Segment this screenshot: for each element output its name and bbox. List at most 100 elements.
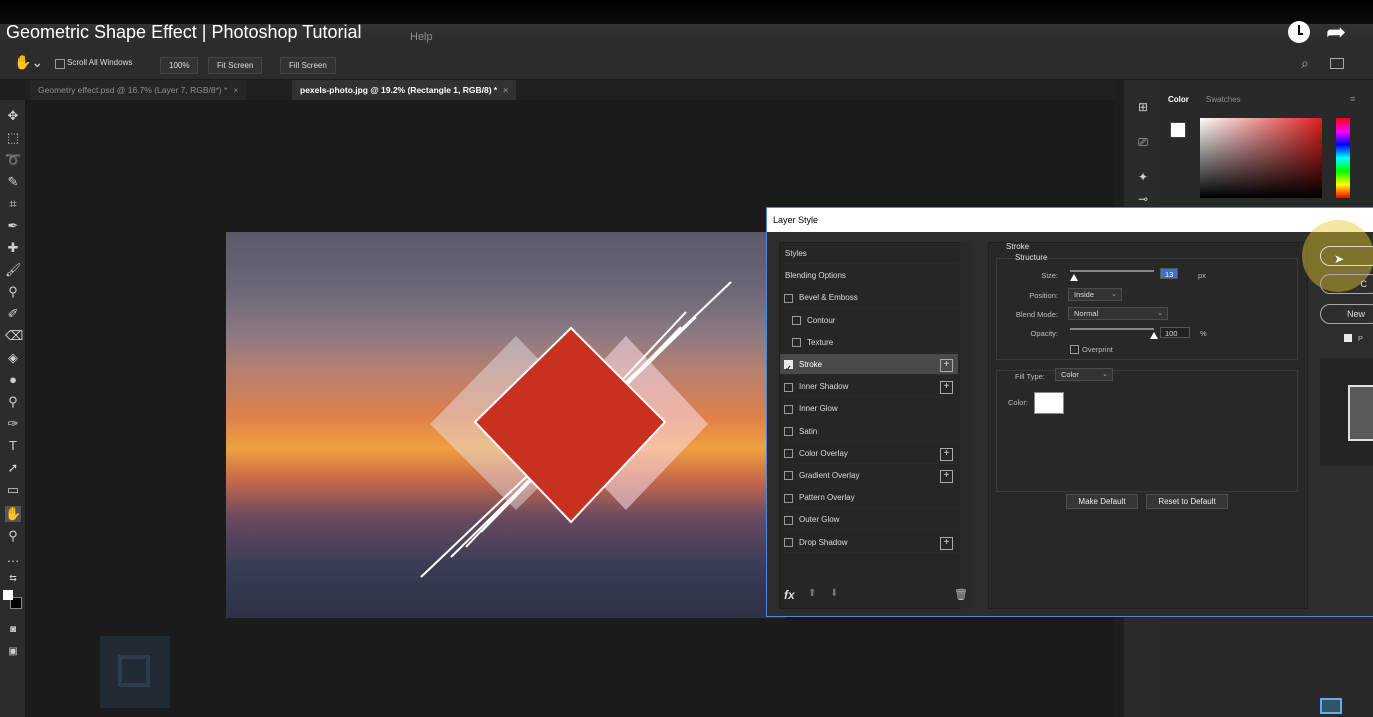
style-checkbox[interactable] bbox=[784, 537, 793, 547]
style-checkbox[interactable] bbox=[792, 315, 801, 325]
share-icon[interactable]: ➦ bbox=[1326, 18, 1346, 47]
style-item[interactable]: Bevel & Emboss bbox=[780, 287, 958, 309]
fx-icon[interactable]: fx bbox=[784, 588, 795, 602]
style-item[interactable]: Gradient Overlay bbox=[780, 465, 958, 486]
opacity-input[interactable]: 100 bbox=[1160, 327, 1190, 338]
dodge-tool-icon[interactable]: ⚲ bbox=[5, 394, 21, 410]
style-item[interactable]: Inner Shadow bbox=[780, 376, 958, 398]
style-item[interactable]: Contour bbox=[780, 310, 958, 331]
ok-button[interactable] bbox=[1320, 246, 1373, 266]
crop-tool-icon[interactable]: ⌗ bbox=[5, 196, 21, 212]
fill-screen-button[interactable]: Fill Screen bbox=[280, 57, 336, 74]
add-style-instance-icon[interactable]: + bbox=[940, 447, 953, 461]
quick-select-tool-icon[interactable]: ✎ bbox=[5, 174, 21, 190]
trash-icon[interactable]: 🗑 bbox=[954, 588, 968, 601]
document-canvas[interactable] bbox=[226, 232, 786, 618]
lasso-tool-icon[interactable]: ➰ bbox=[5, 152, 21, 168]
styles-list-scrollbar[interactable] bbox=[960, 242, 972, 607]
type-tool-icon[interactable]: T bbox=[5, 438, 21, 454]
more-tools-icon[interactable]: … bbox=[5, 550, 21, 566]
screen-mode-icon[interactable]: ▣ bbox=[5, 644, 21, 660]
video-title[interactable]: Geometric Shape Effect | Photoshop Tutor… bbox=[6, 22, 362, 43]
style-item[interactable]: Texture bbox=[780, 332, 958, 353]
style-item[interactable]: Outer Glow bbox=[780, 509, 958, 531]
reset-to-default-button[interactable]: Reset to Default bbox=[1146, 494, 1228, 509]
stroke-color-swatch[interactable] bbox=[1034, 392, 1064, 414]
style-checkbox[interactable] bbox=[784, 449, 793, 459]
foreground-color-chip[interactable] bbox=[1170, 122, 1186, 138]
brush-tool-icon[interactable]: 🖌 bbox=[5, 262, 22, 278]
blur-tool-icon[interactable]: ● bbox=[5, 372, 21, 388]
search-icon[interactable]: ⌕ bbox=[1301, 55, 1309, 72]
size-slider[interactable] bbox=[1070, 270, 1154, 272]
marquee-tool-icon[interactable]: ⬚ bbox=[5, 130, 21, 146]
history-panel-icon[interactable]: ⊞ bbox=[1134, 100, 1152, 118]
tab-swatches[interactable]: Swatches bbox=[1206, 95, 1241, 104]
add-style-instance-icon[interactable]: + bbox=[940, 381, 953, 395]
swap-colors-icon[interactable]: ⇆ bbox=[5, 570, 21, 586]
color-field[interactable] bbox=[1200, 118, 1322, 198]
style-checkbox[interactable] bbox=[784, 426, 793, 436]
eraser-tool-icon[interactable]: ⌫ bbox=[5, 328, 23, 344]
paths-panel-icon[interactable]: ⎚ bbox=[1134, 135, 1152, 153]
clone-stamp-tool-icon[interactable]: ⚲ bbox=[5, 284, 21, 300]
tab-close-icon[interactable]: × bbox=[233, 85, 238, 95]
add-style-instance-icon[interactable]: + bbox=[940, 536, 953, 550]
tab-pexels-photo[interactable]: pexels-photo.jpg @ 19.2% (Rectangle 1, R… bbox=[292, 80, 517, 100]
scroll-all-windows-checkbox[interactable] bbox=[55, 59, 65, 69]
fill-type-dropdown[interactable]: Color ⌄ bbox=[1055, 368, 1113, 381]
channel-logo-icon[interactable] bbox=[1320, 698, 1342, 714]
rectangle-tool-icon[interactable]: ▭ bbox=[5, 482, 21, 498]
blend-mode-dropdown[interactable]: Normal ⌄ bbox=[1068, 307, 1168, 320]
cancel-button[interactable]: C bbox=[1320, 274, 1373, 294]
style-item[interactable]: Pattern Overlay bbox=[780, 487, 958, 509]
eyedropper-tool-icon[interactable]: ✒ bbox=[5, 218, 21, 234]
make-default-button[interactable]: Make Default bbox=[1066, 494, 1138, 509]
move-up-icon[interactable]: ⬆ bbox=[808, 588, 816, 599]
style-item[interactable]: Stroke bbox=[780, 354, 958, 379]
style-item[interactable]: Drop Shadow bbox=[780, 532, 958, 553]
hand-tool-preset-icon[interactable]: ✋⌄ bbox=[14, 54, 43, 71]
style-checkbox[interactable] bbox=[784, 382, 793, 392]
style-item[interactable]: Inner Glow bbox=[780, 398, 958, 420]
style-checkbox[interactable] bbox=[784, 515, 793, 525]
style-item[interactable]: Styles bbox=[780, 243, 958, 264]
menu-help[interactable]: Help bbox=[410, 31, 433, 43]
style-checkbox[interactable] bbox=[784, 293, 793, 303]
paint-bucket-tool-icon[interactable]: ◈ bbox=[5, 350, 21, 366]
move-down-icon[interactable]: ⬇ bbox=[830, 588, 838, 599]
style-checkbox[interactable] bbox=[784, 493, 793, 503]
healing-brush-tool-icon[interactable]: ✚ bbox=[5, 240, 21, 256]
style-checkbox[interactable] bbox=[784, 471, 793, 481]
style-item[interactable]: Blending Options bbox=[780, 265, 958, 287]
size-slider-knob[interactable] bbox=[1070, 274, 1079, 281]
size-input[interactable]: 13 bbox=[1160, 268, 1178, 279]
brush-settings-icon[interactable]: ✦ bbox=[1134, 170, 1152, 188]
panel-menu-icon[interactable]: ≡ bbox=[1350, 94, 1355, 104]
style-item[interactable]: Satin bbox=[780, 421, 958, 442]
preview-checkbox[interactable] bbox=[1344, 334, 1352, 342]
tab-geometry-effect[interactable]: Geometry effect.psd @ 16.7% (Layer 7, RG… bbox=[30, 80, 247, 100]
style-checkbox[interactable] bbox=[792, 338, 801, 348]
foreground-color-swatch[interactable] bbox=[3, 590, 13, 600]
hue-slider[interactable] bbox=[1336, 118, 1350, 198]
style-item[interactable]: Color Overlay bbox=[780, 443, 958, 464]
move-tool-icon[interactable]: ✥ bbox=[5, 108, 21, 124]
opacity-slider[interactable] bbox=[1070, 328, 1154, 330]
hand-tool-icon[interactable]: ✋ bbox=[5, 506, 21, 522]
fit-screen-button[interactable]: Fit Screen bbox=[208, 57, 263, 74]
history-brush-tool-icon[interactable]: ✐ bbox=[5, 306, 21, 322]
pen-tool-icon[interactable]: ✑ bbox=[5, 416, 21, 432]
zoom-tool-icon[interactable]: ⚲ bbox=[5, 528, 21, 544]
tab-color[interactable]: Color bbox=[1168, 95, 1189, 104]
workspace-icon[interactable] bbox=[1330, 58, 1344, 69]
quick-mask-icon[interactable]: ◙ bbox=[5, 622, 21, 638]
path-selection-tool-icon[interactable]: ➚ bbox=[5, 460, 21, 476]
position-dropdown[interactable]: Inside ⌄ bbox=[1068, 288, 1122, 301]
add-style-instance-icon[interactable]: + bbox=[940, 359, 953, 372]
style-checkbox[interactable] bbox=[784, 358, 793, 379]
add-style-instance-icon[interactable]: + bbox=[940, 470, 953, 483]
overprint-checkbox[interactable] bbox=[1070, 345, 1079, 354]
tab-close-icon[interactable]: × bbox=[503, 85, 508, 95]
opacity-slider-knob[interactable] bbox=[1150, 332, 1158, 339]
